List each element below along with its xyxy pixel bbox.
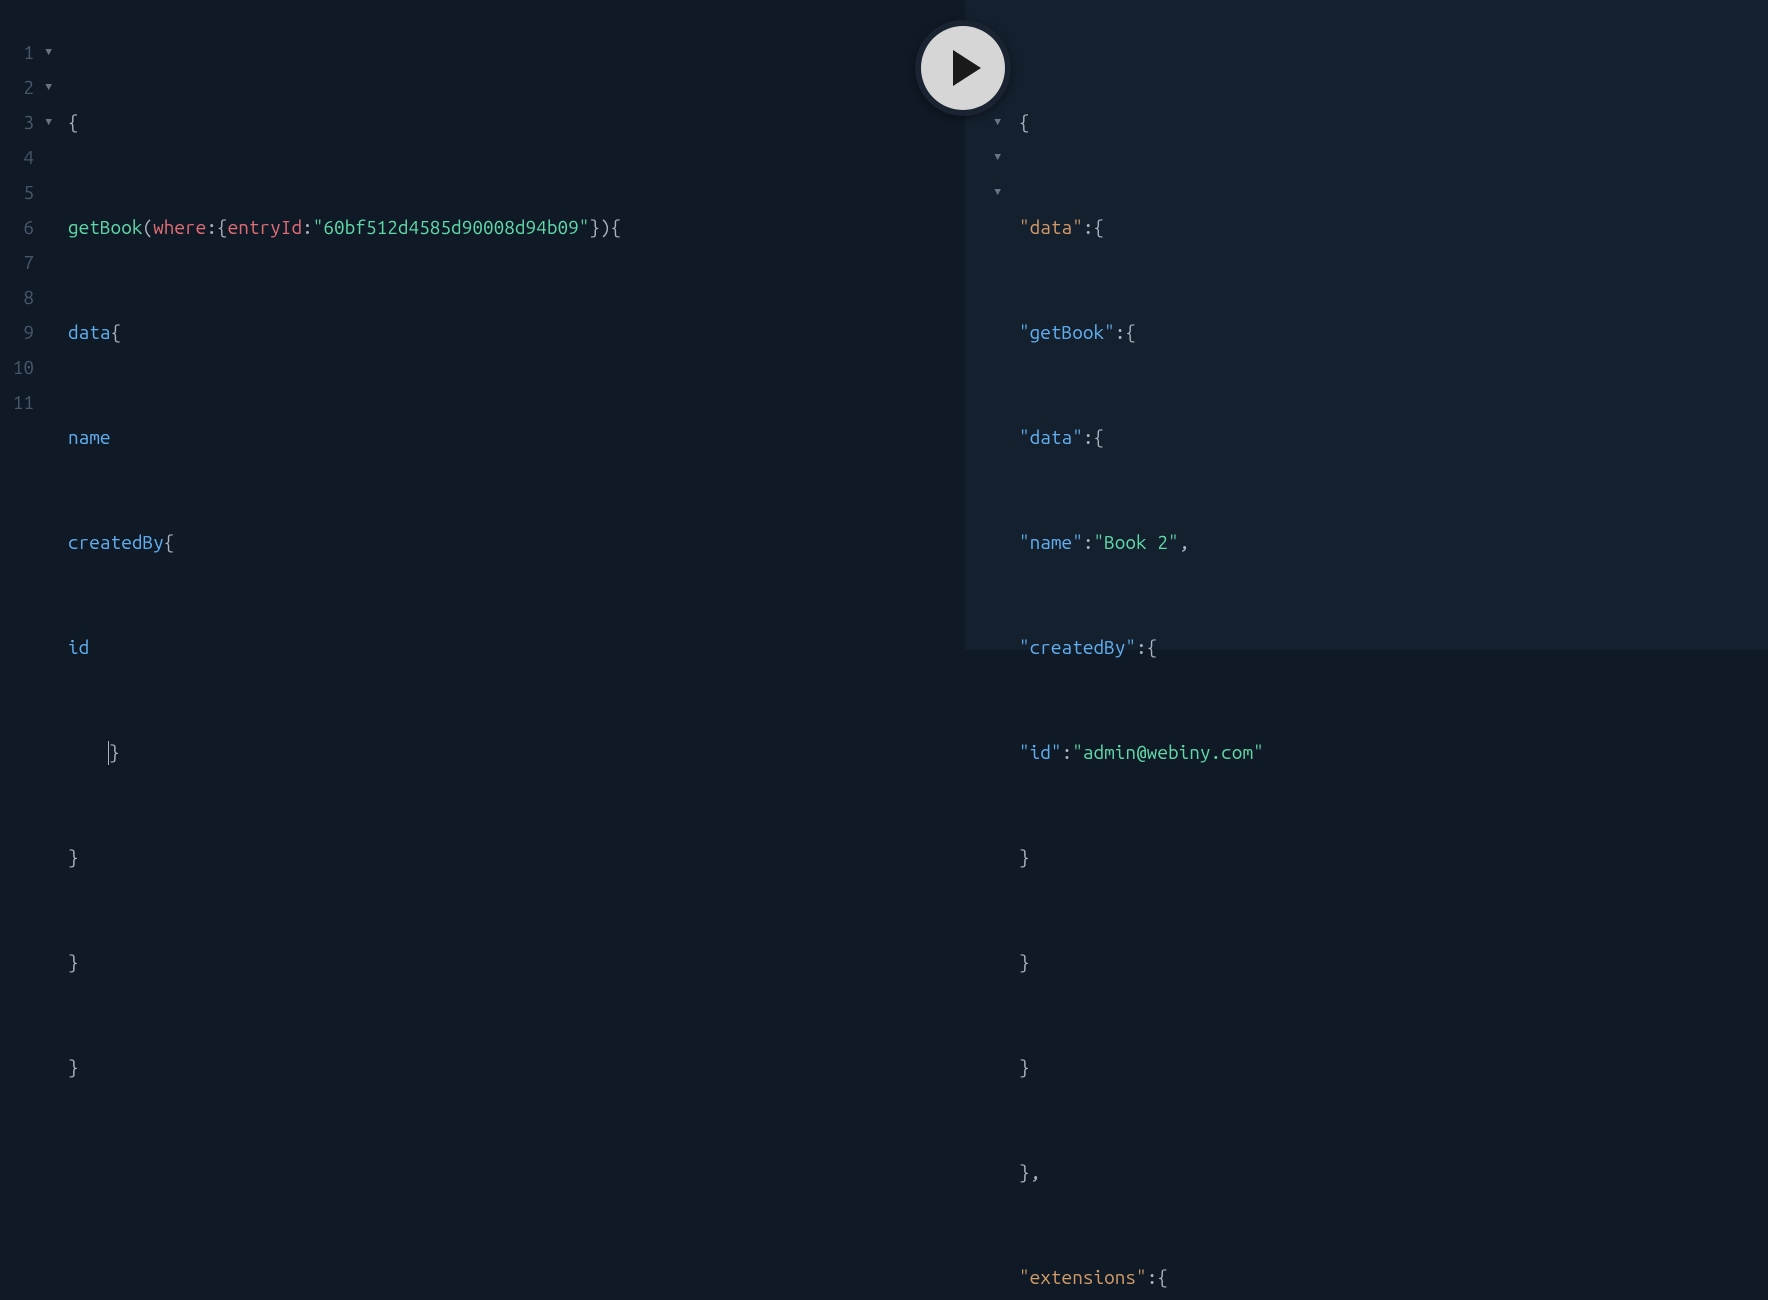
token-brace: { [68, 105, 79, 140]
token-json-key: "getBook" [1019, 315, 1115, 350]
line-number: 10 [13, 350, 34, 385]
token-comma: , [1179, 525, 1190, 560]
line-number: 1 [23, 35, 34, 70]
token-json-key: "extensions" [1019, 1260, 1147, 1295]
token-brace: { [611, 210, 622, 245]
token-brace: { [1019, 105, 1030, 140]
fold-arrow-icon[interactable]: ▼ [38, 70, 52, 105]
token-colon: : [206, 210, 217, 245]
token-brace: { [1093, 420, 1104, 455]
token-json-key: "id" [1019, 735, 1062, 770]
token-colon: : [1136, 630, 1147, 665]
fold-arrow-icon[interactable]: ▼ [38, 105, 52, 140]
token-colon: : [1062, 735, 1073, 770]
fold-arrow-icon[interactable]: ▼ [965, 140, 1001, 175]
token-function: getBook [68, 210, 142, 245]
token-brace: } [68, 1050, 79, 1085]
token-brace: } [589, 210, 600, 245]
token-field: name [68, 420, 111, 455]
line-number: 6 [23, 210, 34, 245]
token-field: createdBy [68, 525, 164, 560]
token-brace: { [1125, 315, 1136, 350]
token-brace: { [1147, 630, 1158, 665]
fold-arrow-icon[interactable]: ▼ [38, 35, 52, 70]
token-string: "60bf512d4585d90008d94b09" [313, 210, 590, 245]
token-argument: where [153, 210, 206, 245]
line-number: 5 [23, 175, 34, 210]
token-colon: : [1083, 420, 1094, 455]
line-number: 4 [23, 140, 34, 175]
token-brace: { [217, 210, 228, 245]
response-code: { "data": { "getBook": { "data": { "name… [1009, 0, 1264, 650]
token-json-key: "data" [1019, 210, 1083, 245]
query-code[interactable]: { getBook(where: { entryId: "60bf512d458… [58, 0, 621, 650]
token-json-string: "admin@webiny.com" [1072, 735, 1264, 770]
token-paren: ( [142, 210, 153, 245]
token-brace: { [111, 315, 122, 350]
token-brace: { [1157, 1260, 1168, 1295]
token-field: id [68, 630, 89, 665]
token-json-string: "Book 2" [1093, 525, 1178, 560]
play-icon [953, 50, 981, 86]
query-editor-panel[interactable]: 1▼ 2▼ 3▼ 4▼ 5▼ 6▼ 7▼ 8▼ 9▼ 10▼ 11▼ { get… [0, 0, 965, 650]
token-json-key: "createdBy" [1019, 630, 1136, 665]
token-brace: } [68, 840, 79, 875]
token-paren: ) [600, 210, 611, 245]
line-number: 7 [23, 245, 34, 280]
token-json-key: "name" [1019, 525, 1083, 560]
token-brace: } [68, 945, 79, 980]
line-number-gutter: 1▼ 2▼ 3▼ 4▼ 5▼ 6▼ 7▼ 8▼ 9▼ 10▼ 11▼ [0, 0, 58, 650]
response-panel[interactable]: ▼ ▼ ▼ ▼ ▼ ▼ ▼ ▼ ▼ ▼ ▼ ▼ ▼ ▼ { "data": { … [965, 0, 1768, 650]
token-brace: } [1019, 1050, 1030, 1085]
token-colon: : [1083, 525, 1094, 560]
token-argument: entryId [228, 210, 302, 245]
token-colon: : [1083, 210, 1094, 245]
token-brace: } [109, 735, 120, 770]
token-brace: } [1019, 840, 1030, 875]
token-colon: : [1147, 1260, 1158, 1295]
token-comma: , [1030, 1155, 1041, 1190]
token-json-key: "data" [1019, 420, 1083, 455]
token-brace: { [1093, 210, 1104, 245]
line-number: 3 [23, 105, 34, 140]
fold-arrow-icon[interactable]: ▼ [965, 175, 1001, 210]
line-number: 2 [23, 70, 34, 105]
token-colon: : [302, 210, 313, 245]
token-field: data [68, 315, 111, 350]
token-brace: } [1019, 1155, 1030, 1190]
token-brace: { [164, 525, 175, 560]
token-colon: : [1115, 315, 1126, 350]
line-number: 8 [23, 280, 34, 315]
execute-query-button[interactable] [915, 20, 1011, 116]
token-brace: } [1019, 945, 1030, 980]
line-number: 11 [13, 385, 34, 420]
line-number: 9 [23, 315, 34, 350]
